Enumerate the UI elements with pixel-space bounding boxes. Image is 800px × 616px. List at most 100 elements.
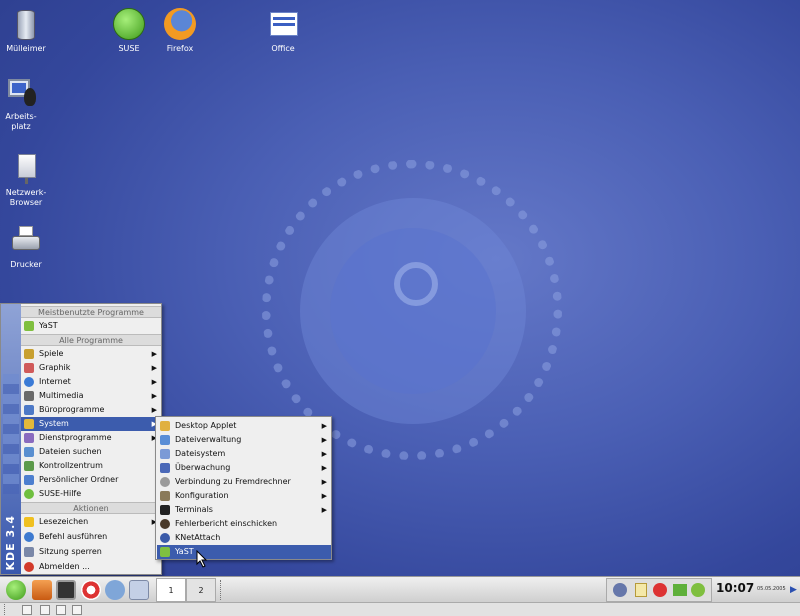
computer-icon (4, 76, 38, 110)
system-tray (606, 578, 712, 602)
submenu-arrow-icon: ▶ (151, 364, 157, 372)
office-icon (266, 8, 300, 42)
pager-desktop-1[interactable]: 1 (156, 578, 186, 602)
trash-icon (9, 8, 43, 42)
network-icon (9, 152, 43, 186)
menu-item-yast-recent[interactable]: YaST (21, 319, 161, 333)
menu-header-most-used: Meistbenutzte Programme (21, 306, 161, 318)
mouse-cursor-icon (196, 550, 208, 568)
menu-item-utilities[interactable]: Dienstprogramme ▶ (21, 431, 161, 445)
submenu-item-knetattach[interactable]: KNetAttach (157, 531, 331, 545)
find-files-icon (24, 447, 34, 457)
menu-header-actions: Aktionen (21, 502, 161, 514)
printer-icon (9, 224, 43, 258)
control-center-icon (24, 461, 34, 471)
submenu-item-filesystem[interactable]: Dateisystem ▶ (157, 447, 331, 461)
kmenu-sidebar: KDE 3.4 (1, 304, 21, 574)
submenu-item-yast[interactable]: YaST (157, 545, 331, 559)
submenu-arrow-icon: ▶ (321, 450, 327, 458)
desktop-icon-trash[interactable]: Mülleimer (0, 8, 56, 54)
menu-item-bookmarks[interactable]: Lesezeichen ▶ (21, 515, 161, 529)
menu-item-run-command[interactable]: Befehl ausführen (21, 530, 161, 544)
desktop-icon-firefox[interactable]: Firefox (150, 8, 210, 54)
desktop-icon-printer[interactable]: Drucker (0, 224, 56, 270)
kmenu-brand: KDE 3.4 (4, 514, 17, 571)
submenu-item-configuration[interactable]: Konfiguration ▶ (157, 489, 331, 503)
submenu-arrow-icon: ▶ (321, 478, 327, 486)
quicklaunch-bar (0, 602, 800, 616)
menu-item-multimedia[interactable]: Multimedia ▶ (21, 389, 161, 403)
tray-update-icon[interactable] (653, 583, 667, 597)
submenu-item-desktop-applet[interactable]: Desktop Applet ▶ (157, 419, 331, 433)
kde-start-menu: KDE 3.4 Meistbenutzte Programme YaST All… (0, 303, 162, 575)
submenu-item-bug-report[interactable]: Fehlerbericht einschicken (157, 517, 331, 531)
submenu-arrow-icon: ▶ (151, 350, 157, 358)
terminal-launcher-icon[interactable] (56, 580, 76, 600)
filesystem-icon (160, 449, 170, 459)
system-icon (24, 419, 34, 429)
submenu-arrow-icon: ▶ (321, 506, 327, 514)
help-launcher-icon[interactable] (81, 580, 101, 600)
submenu-arrow-icon: ▶ (321, 422, 327, 430)
submenu-item-remote-connection[interactable]: Verbindung zu Fremdrechner ▶ (157, 475, 331, 489)
multimedia-icon (24, 391, 34, 401)
run-command-icon (24, 532, 34, 542)
suse-icon (112, 8, 146, 42)
desktop-applet-icon (160, 421, 170, 431)
panel-clock[interactable]: 10:07 (716, 581, 754, 595)
graphics-icon (24, 363, 34, 373)
bug-icon (160, 519, 170, 529)
submenu-item-file-management[interactable]: Dateiverwaltung ▶ (157, 433, 331, 447)
monitoring-icon (160, 463, 170, 473)
menu-item-office-programs[interactable]: Büroprogramme ▶ (21, 403, 161, 417)
office-programs-icon (24, 405, 34, 415)
firefox-icon (163, 8, 197, 42)
panel-handle[interactable] (220, 580, 224, 600)
menu-item-find-files[interactable]: Dateien suchen (21, 445, 161, 459)
menu-item-logout[interactable]: Abmelden ... (21, 560, 161, 574)
menu-item-control-center[interactable]: Kontrollzentrum (21, 459, 161, 473)
quicklaunch-icon-4[interactable] (72, 605, 82, 615)
utilities-icon (24, 433, 34, 443)
menu-item-games[interactable]: Spiele ▶ (21, 347, 161, 361)
wallpaper-eye (394, 262, 438, 306)
submenu-item-terminals[interactable]: Terminals ▶ (157, 503, 331, 517)
tray-clipboard-icon[interactable] (635, 583, 647, 597)
desktop-icon-workspace[interactable]: Arbeits- platz (0, 76, 51, 132)
menu-item-graphics[interactable]: Graphik ▶ (21, 361, 161, 375)
desktop-icon-office[interactable]: Office (253, 8, 313, 54)
menu-item-internet[interactable]: Internet ▶ (21, 375, 161, 389)
submenu-arrow-icon: ▶ (151, 392, 157, 400)
kmenu-sidebar-pattern (3, 374, 19, 494)
lock-icon (24, 547, 34, 557)
menu-item-lock-session[interactable]: Sitzung sperren (21, 545, 161, 559)
kmenu-button-icon[interactable] (6, 580, 26, 600)
wallpaper-chameleon (330, 228, 496, 394)
quicklaunch-handle[interactable] (4, 604, 10, 615)
menu-item-home-folder[interactable]: Persönlicher Ordner (21, 473, 161, 487)
remote-connection-icon (160, 477, 170, 487)
submenu-arrow-icon: ▶ (321, 464, 327, 472)
configuration-icon (160, 491, 170, 501)
menu-item-suse-help[interactable]: SUSE-Hilfe (21, 487, 161, 501)
internet-icon (24, 377, 34, 387)
desktop-show-icon[interactable] (129, 580, 149, 600)
tray-suse-icon[interactable] (691, 583, 705, 597)
logout-icon (24, 562, 34, 572)
submenu-arrow-icon: ▶ (321, 436, 327, 444)
tray-monitor-icon[interactable] (673, 584, 687, 596)
yast-icon (24, 321, 34, 331)
home-folder-icon (24, 475, 34, 485)
quicklaunch-icon-3[interactable] (56, 605, 66, 615)
desktop-icon-network-browser[interactable]: Netzwerk- Browser (0, 152, 56, 208)
quicklaunch-icon-2[interactable] (40, 605, 50, 615)
panel-arrow-icon[interactable]: ▶ (790, 585, 797, 595)
pager-desktop-2[interactable]: 2 (186, 578, 216, 602)
panel-date: 05.05.2005 (757, 586, 786, 592)
home-icon[interactable] (32, 580, 52, 600)
tray-network-icon[interactable] (613, 583, 627, 597)
konqueror-icon[interactable] (105, 580, 125, 600)
quicklaunch-icon-1[interactable] (22, 605, 32, 615)
menu-item-system[interactable]: System ▶ (21, 417, 161, 431)
submenu-item-monitoring[interactable]: Überwachung ▶ (157, 461, 331, 475)
